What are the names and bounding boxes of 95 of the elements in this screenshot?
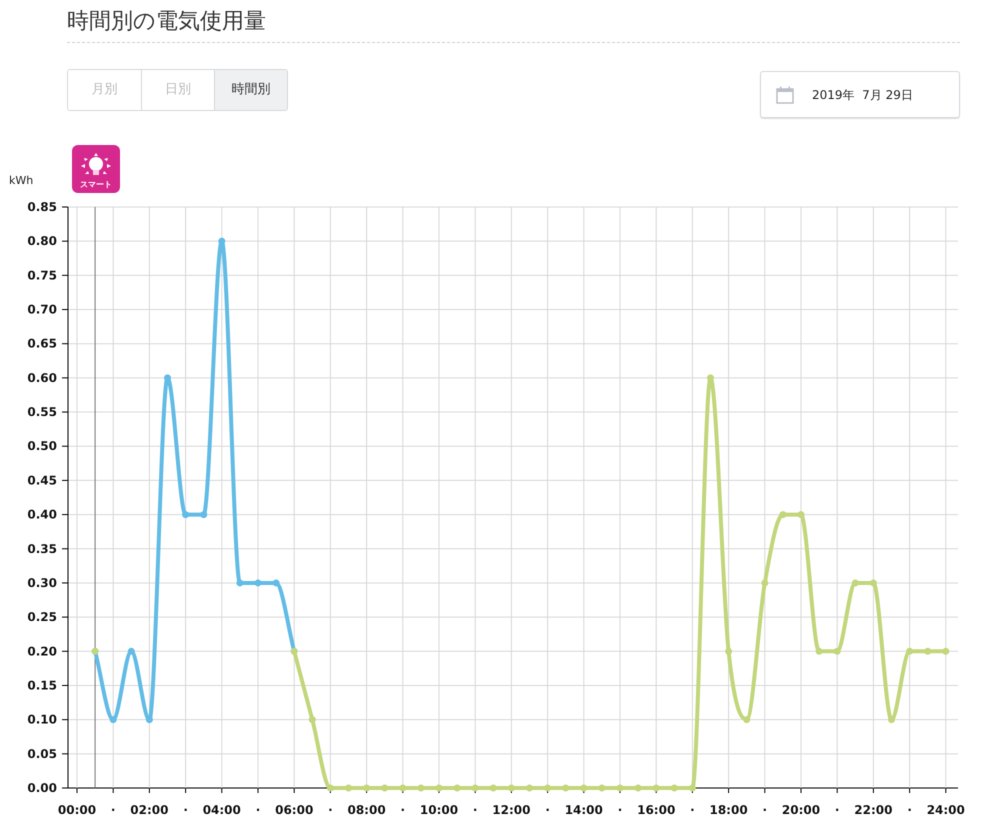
data-point xyxy=(707,374,714,382)
x-tick-label: · xyxy=(690,803,695,817)
y-tick-label: 0.00 xyxy=(27,781,57,795)
y-tick-label: 0.05 xyxy=(27,746,57,761)
data-point xyxy=(272,579,280,586)
data-point xyxy=(164,374,171,382)
x-tick-label: 24:00 xyxy=(926,803,965,817)
y-tick-label: 0.80 xyxy=(27,234,57,248)
x-tick-label: · xyxy=(256,803,260,817)
y-tick-label: 0.85 xyxy=(27,200,57,214)
x-tick-label: · xyxy=(400,803,406,817)
x-tick-label: 04:00 xyxy=(202,803,241,817)
data-point xyxy=(490,784,497,792)
y-tick-label: 0.30 xyxy=(27,576,57,590)
data-point xyxy=(761,579,768,586)
data-point xyxy=(616,784,624,792)
y-tick-label: 0.65 xyxy=(27,336,57,351)
x-tick-label: · xyxy=(618,803,622,817)
data-point xyxy=(236,579,244,586)
y-tick-label: 0.15 xyxy=(27,678,57,692)
data-point xyxy=(308,716,316,724)
date-field[interactable]: 2019年 7月 29日 xyxy=(760,71,960,118)
data-point xyxy=(852,579,859,586)
y-tick-label: 0.75 xyxy=(27,268,57,282)
x-tick-label: 18:00 xyxy=(710,803,748,817)
y-tick-label: 0.40 xyxy=(27,508,57,522)
data-point xyxy=(128,648,135,655)
data-point xyxy=(436,784,442,792)
x-tick-label: · xyxy=(110,803,116,817)
data-point xyxy=(399,784,406,792)
y-tick-label: 0.20 xyxy=(27,644,57,658)
data-point xyxy=(254,579,262,586)
data-point xyxy=(218,238,226,245)
data-point xyxy=(508,784,515,792)
view-tab[interactable]: 時間別 xyxy=(214,70,287,110)
data-point xyxy=(725,648,732,655)
data-point xyxy=(544,784,552,792)
data-point xyxy=(942,648,950,655)
y-tick-label: 0.10 xyxy=(27,712,57,727)
data-point xyxy=(816,648,823,655)
smart-badge: スマート xyxy=(72,145,120,193)
page-title: 時間別の電気使用量 xyxy=(67,8,266,36)
x-tick-label: 20:00 xyxy=(782,803,820,817)
data-point xyxy=(381,784,388,792)
data-point xyxy=(526,784,533,792)
y-tick-label: 0.70 xyxy=(27,302,57,317)
y-tick-label: 0.45 xyxy=(27,473,57,488)
data-point xyxy=(652,784,660,792)
x-tick-label: 00:00 xyxy=(58,803,96,817)
data-point xyxy=(580,784,588,792)
data-point xyxy=(834,648,841,655)
data-point xyxy=(146,716,153,724)
y-tick-label: 0.25 xyxy=(27,610,57,624)
data-point xyxy=(798,511,804,518)
data-point xyxy=(743,716,750,724)
y-tick-label: 0.60 xyxy=(27,370,57,385)
calendar-icon xyxy=(776,86,794,104)
data-point xyxy=(598,784,606,792)
x-tick-label: · xyxy=(545,803,550,817)
x-tick-label: · xyxy=(472,803,478,817)
x-tick-label: 22:00 xyxy=(854,803,892,817)
x-tick-label: 14:00 xyxy=(564,803,603,817)
data-point xyxy=(688,784,696,792)
data-point xyxy=(888,716,895,724)
x-tick-label: · xyxy=(834,803,840,817)
y-axis-unit: kWh xyxy=(9,173,34,189)
x-tick-label: 08:00 xyxy=(348,803,386,817)
data-point xyxy=(634,784,642,792)
y-tick-label: 0.50 xyxy=(27,439,57,454)
data-point xyxy=(200,511,208,518)
x-tick-label: · xyxy=(183,803,188,817)
data-point xyxy=(924,648,932,655)
data-point xyxy=(363,784,370,792)
x-tick-label: 02:00 xyxy=(130,803,168,817)
data-point xyxy=(326,784,334,792)
data-point xyxy=(454,784,461,792)
data-point xyxy=(182,511,190,518)
data-point xyxy=(417,784,424,792)
x-tick-label: 06:00 xyxy=(275,803,314,817)
data-point xyxy=(670,784,678,792)
data-point xyxy=(472,784,479,792)
data-point xyxy=(345,784,352,792)
x-tick-label: · xyxy=(907,803,912,817)
data-point xyxy=(562,784,570,792)
y-tick-label: 0.35 xyxy=(27,542,57,556)
x-tick-label: · xyxy=(762,803,768,817)
x-tick-label: 16:00 xyxy=(637,803,676,817)
x-tick-label: 10:00 xyxy=(420,803,458,817)
data-point xyxy=(906,648,914,655)
y-tick-label: 0.55 xyxy=(27,405,57,420)
data-point xyxy=(870,579,877,586)
x-tick-label: · xyxy=(328,803,333,817)
data-point xyxy=(779,511,786,518)
data-point xyxy=(110,716,117,724)
x-tick-label: 12:00 xyxy=(492,803,530,817)
